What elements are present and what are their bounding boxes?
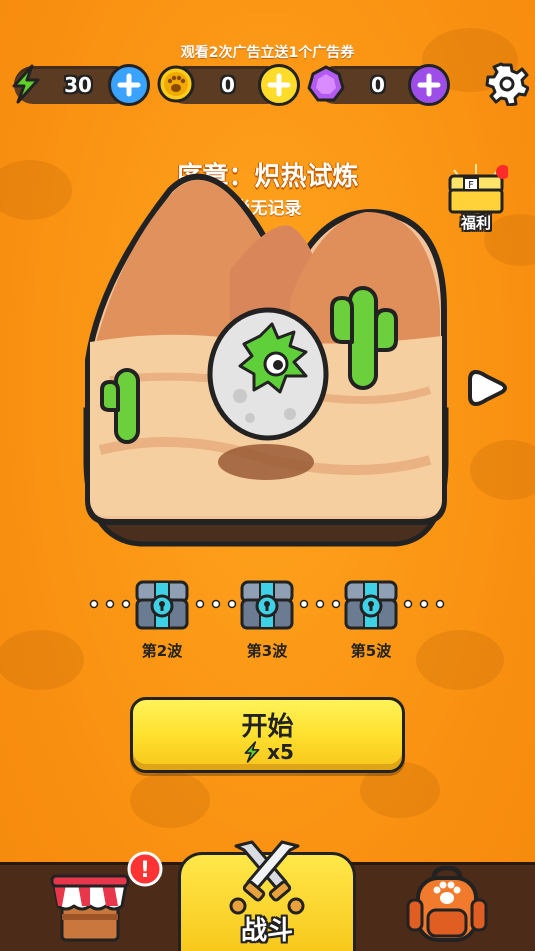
- energy-value: 30: [64, 73, 92, 97]
- start-cost: x5: [133, 740, 402, 764]
- add-paw-coin-button[interactable]: [258, 64, 300, 106]
- shop-stall-icon[interactable]: [48, 866, 132, 946]
- wave-reward-label: 第3波: [246, 642, 288, 660]
- add-energy-button[interactable]: [108, 64, 150, 106]
- wave-reward-label: 第2波: [141, 642, 183, 660]
- next-stage-arrow-icon[interactable]: [466, 366, 510, 410]
- ad-ticket-banner[interactable]: 观看2次广告立送1个广告券: [0, 42, 535, 62]
- paw-coin-value: 0: [221, 73, 235, 97]
- wave-reward-label: 第5波: [350, 642, 392, 660]
- paw-coin-icon: [157, 65, 195, 103]
- plus-icon: [267, 73, 291, 97]
- stage-illustration[interactable]: [80, 160, 452, 552]
- start-label: 开始: [241, 712, 294, 742]
- alert-text: !: [140, 858, 150, 883]
- lightning-icon: [244, 741, 260, 763]
- locked-chest-icon[interactable]: [238, 576, 296, 634]
- add-gem-button[interactable]: [408, 64, 450, 106]
- purple-gem-icon: [307, 65, 345, 102]
- plus-icon: [117, 73, 141, 97]
- svg-text:F: F: [468, 180, 474, 191]
- start-cost-value: x5: [267, 740, 294, 764]
- backpack-icon[interactable]: [404, 866, 490, 946]
- lightning-icon: [12, 64, 40, 104]
- plus-icon: [417, 73, 441, 97]
- gear-icon[interactable]: [485, 62, 529, 106]
- locked-chest-icon[interactable]: [342, 576, 400, 634]
- tab-battle-label: 战斗: [240, 916, 293, 946]
- start-button[interactable]: 开始 x5: [130, 697, 405, 773]
- welfare-label[interactable]: 福利: [444, 212, 508, 233]
- alert-badge-icon: !: [127, 851, 163, 887]
- crossed-swords-icon: [229, 840, 305, 915]
- locked-chest-icon[interactable]: [133, 576, 191, 634]
- gem-value: 0: [371, 73, 385, 97]
